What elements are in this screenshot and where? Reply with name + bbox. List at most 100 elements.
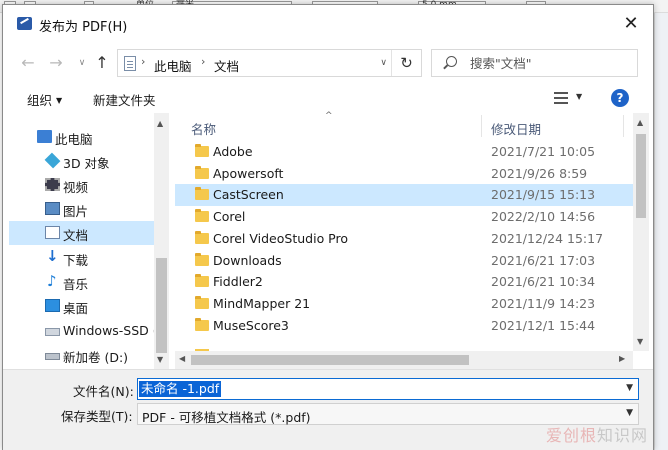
scroll-down-arrow-icon[interactable]: ▼ xyxy=(637,337,643,346)
file-row[interactable]: MuseScore3 2021/12/1 15:44 xyxy=(175,315,633,337)
breadcrumb-separator: › xyxy=(141,55,146,68)
column-header-name[interactable]: 名称 xyxy=(191,119,216,138)
file-row[interactable]: MindMapper 21 2021/11/9 14:23 xyxy=(175,293,633,315)
file-list: ^ 名称 修改日期 Adobe 2021/7/21 10:05 Apowersoft… xyxy=(175,111,649,369)
drive-icon xyxy=(45,353,60,360)
breadcrumb-documents[interactable]: 文档 xyxy=(214,56,239,75)
file-modified-date: 2021/6/21 17:03 xyxy=(491,252,596,268)
folder-icon xyxy=(195,274,209,288)
scroll-down-arrow-icon[interactable]: ▼ xyxy=(157,355,163,364)
breadcrumb-separator: › xyxy=(201,55,206,68)
command-bar: 组织 ▼ 新建文件夹 ▼ ? xyxy=(3,83,653,113)
navigation-pane-scrollbar[interactable]: ▲ ▼ xyxy=(154,113,169,369)
sidebar-item-label: 3D 对象 xyxy=(63,156,110,171)
organize-label: 组织 xyxy=(27,93,53,108)
sidebar-item-label: 视频 xyxy=(63,180,89,195)
help-icon[interactable]: ? xyxy=(611,89,629,107)
scroll-right-arrow-icon[interactable]: ▶ xyxy=(619,354,625,363)
view-dropdown-icon[interactable]: ▼ xyxy=(576,92,582,101)
folder-icon xyxy=(195,295,209,309)
file-row[interactable]: Downloads 2021/6/21 17:03 xyxy=(175,250,633,272)
file-list-horizontal-scrollbar[interactable]: ◀ ▶ xyxy=(175,351,633,369)
sidebar-item-label: 此电脑 xyxy=(55,132,93,147)
filename-dropdown-icon[interactable]: ▼ xyxy=(626,383,633,393)
file-name: Corel xyxy=(213,209,246,225)
file-modified-date: 2021/6/21 10:34 xyxy=(491,274,596,290)
folder-icon xyxy=(195,144,209,157)
file-row[interactable]: Adobe 2021/7/21 10:05 xyxy=(175,141,633,163)
view-options-icon[interactable] xyxy=(554,92,568,104)
save-type-value: PDF - 可移植文档格式 (*.pdf) xyxy=(142,410,311,425)
file-row[interactable]: Corel VideoStudio Pro 2021/12/24 15:17 xyxy=(175,228,633,250)
back-arrow-icon[interactable]: ← xyxy=(17,52,39,74)
sidebar-item-label: 新加卷 (D:) xyxy=(63,350,129,365)
watermark: 爱创根知识网 xyxy=(546,422,648,446)
file-row[interactable]: Corel 2022/2/10 14:56 xyxy=(175,206,633,228)
pdf-app-icon xyxy=(17,17,32,30)
file-modified-date: 2021/9/26 8:59 xyxy=(491,165,588,181)
sidebar-item-3d-objects[interactable]: 3D 对象 xyxy=(9,149,154,173)
pictures-icon xyxy=(45,202,60,215)
sidebar-item-label: Windows-SSD ( xyxy=(63,323,154,338)
folder-icon xyxy=(195,252,209,266)
folder-icon xyxy=(195,209,209,223)
filename-value[interactable]: 未命名 -1.pdf xyxy=(139,381,222,397)
filename-input[interactable]: 未命名 -1.pdf ▼ xyxy=(137,378,639,400)
video-icon xyxy=(45,178,60,191)
scroll-up-arrow-icon[interactable]: ▲ xyxy=(157,119,163,128)
file-list-vertical-scrollbar[interactable]: ▲ ▼ xyxy=(633,113,649,351)
search-box[interactable] xyxy=(431,49,638,77)
refresh-button[interactable]: ↻ xyxy=(391,50,421,76)
dialog-title: 发布为 PDF(H) xyxy=(39,20,128,35)
breadcrumb-this-pc[interactable]: 此电脑 xyxy=(154,56,192,75)
file-row[interactable]: CastScreen 2021/9/15 15:13 xyxy=(175,184,633,206)
organize-menu-button[interactable]: 组织 ▼ xyxy=(27,90,62,109)
file-name: MindMapper 21 xyxy=(213,295,311,311)
sort-ascending-icon: ^ xyxy=(325,111,333,121)
column-divider[interactable] xyxy=(481,115,482,137)
column-header-modified[interactable]: 修改日期 xyxy=(491,119,541,138)
file-name: Fiddler2 xyxy=(213,274,263,290)
caret-down-icon: ▼ xyxy=(56,96,63,105)
sidebar-item-desktop[interactable]: 桌面 xyxy=(9,294,154,318)
up-folder-arrow-icon[interactable]: ↑ xyxy=(91,52,113,74)
file-list-header: ^ 名称 修改日期 xyxy=(175,111,633,139)
close-button[interactable]: ✕ xyxy=(617,11,645,37)
search-input[interactable] xyxy=(470,55,630,72)
file-row[interactable]: Apowersoft 2021/9/26 8:59 xyxy=(175,163,633,185)
file-name: Corel VideoStudio Pro xyxy=(213,230,349,246)
column-divider[interactable] xyxy=(623,115,624,137)
forward-arrow-icon[interactable]: → xyxy=(45,52,67,74)
watermark-text: 知识网 xyxy=(596,426,648,445)
sidebar-item-downloads[interactable]: 下载 xyxy=(9,246,154,270)
sidebar-item-pictures[interactable]: 图片 xyxy=(9,197,154,221)
scrollbar-thumb[interactable] xyxy=(636,134,646,218)
sidebar-item-videos[interactable]: 视频 xyxy=(9,173,154,197)
documents-icon xyxy=(45,226,60,239)
folder-icon xyxy=(195,317,209,331)
scrollbar-thumb[interactable] xyxy=(156,258,167,353)
save-type-dropdown-icon[interactable]: ▼ xyxy=(626,408,633,418)
file-modified-date: 2021/9/15 15:13 xyxy=(491,187,596,203)
sidebar-item-label: 文档 xyxy=(63,228,89,243)
recent-locations-dropdown-icon[interactable]: ∨ xyxy=(71,52,93,74)
sidebar-item-documents[interactable]: 文档 xyxy=(9,221,154,245)
sidebar-item-drive-d[interactable]: 新加卷 (D:) xyxy=(9,343,154,367)
address-bar[interactable]: › 此电脑 › 文档 ∨ ↻ xyxy=(117,49,422,77)
file-name: Adobe xyxy=(213,144,253,159)
sidebar-item-this-pc[interactable]: 此电脑 xyxy=(9,125,154,149)
scrollbar-thumb[interactable] xyxy=(191,355,469,365)
scroll-up-arrow-icon[interactable]: ▲ xyxy=(637,118,643,127)
drive-icon xyxy=(45,328,60,336)
background-app-panel xyxy=(654,13,668,450)
address-dropdown-icon[interactable]: ∨ xyxy=(380,58,387,68)
sidebar-item-music[interactable]: 音乐 xyxy=(9,270,154,294)
search-icon xyxy=(446,56,457,67)
file-row[interactable]: Fiddler2 2021/6/21 10:34 xyxy=(175,271,633,293)
sidebar-item-label: 桌面 xyxy=(63,301,89,316)
new-folder-button[interactable]: 新建文件夹 xyxy=(93,90,156,109)
sidebar-item-windows-ssd[interactable]: Windows-SSD ( xyxy=(9,319,154,343)
file-name: CastScreen xyxy=(213,187,284,203)
scroll-left-arrow-icon[interactable]: ◀ xyxy=(179,354,185,363)
desktop-icon xyxy=(45,299,60,312)
